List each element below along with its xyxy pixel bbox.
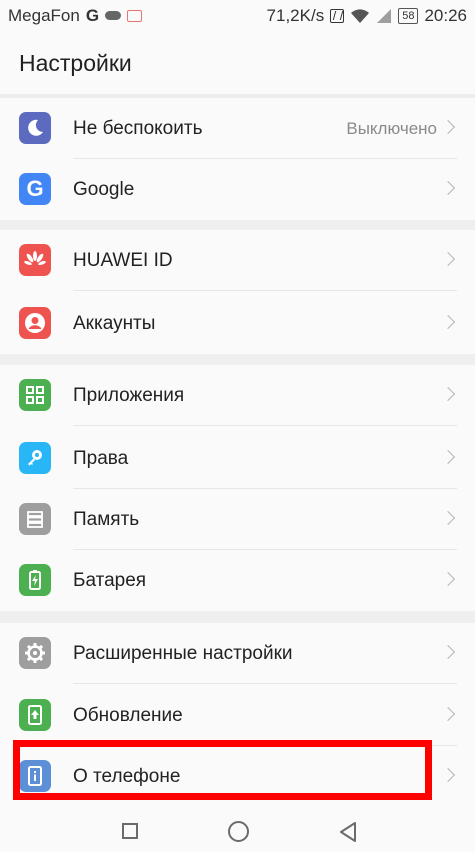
settings-item-label: Аккаунты: [73, 313, 156, 334]
status-right: 71,2K/s 58 20:26: [267, 6, 467, 26]
google-icon: G: [19, 173, 51, 205]
settings-item-advanced[interactable]: Расширенные настройки: [0, 623, 475, 684]
home-button[interactable]: [228, 821, 249, 842]
settings-item-label: Приложения: [73, 385, 185, 406]
divider: [73, 425, 457, 426]
settings-item-battery[interactable]: Батарея: [0, 550, 475, 611]
settings-item-label: Обновление: [73, 705, 183, 726]
navigation-bar: [0, 812, 475, 852]
highlight-box: [13, 740, 432, 800]
chevron-right-icon: [440, 314, 456, 330]
chevron-right-icon: [440, 706, 456, 722]
carrier-name: MegaFon: [8, 6, 80, 25]
settings-item-do-not-disturb[interactable]: Не беспокоить Выключено: [0, 98, 475, 159]
status-bar: MegaFon G 71,2K/s 58 20:26: [0, 0, 475, 32]
wifi-icon: [351, 9, 370, 23]
chevron-right-icon: [440, 644, 456, 660]
settings-item-google[interactable]: G Google: [0, 159, 475, 220]
divider: [73, 683, 457, 684]
apps-icon: [19, 379, 51, 411]
storage-icon: [19, 503, 51, 535]
divider: [73, 290, 457, 291]
settings-item-label: Права: [73, 448, 129, 469]
mail-icon: [127, 10, 143, 22]
clock: 20:26: [424, 6, 467, 25]
battery-icon: [19, 564, 51, 596]
settings-item-permissions[interactable]: Права: [0, 428, 475, 489]
battery-indicator: 58: [398, 8, 419, 24]
chevron-right-icon: [440, 180, 456, 196]
settings-item-label: Google: [73, 179, 135, 200]
recent-apps-button[interactable]: [122, 823, 138, 839]
settings-item-memory[interactable]: Память: [0, 489, 475, 550]
chevron-right-icon: [440, 386, 456, 402]
signal-icon: [377, 9, 392, 23]
settings-item-label: Память: [73, 509, 140, 530]
settings-item-apps[interactable]: Приложения: [0, 365, 475, 426]
key-icon: [19, 442, 51, 474]
chevron-right-icon: [440, 510, 456, 526]
cloud-icon: [105, 10, 122, 20]
network-speed: 71,2K/s: [266, 6, 325, 25]
settings-item-label: Батарея: [73, 570, 147, 591]
network-type: G: [85, 6, 100, 25]
chevron-right-icon: [440, 571, 456, 587]
settings-item-label: Расширенные настройки: [73, 643, 293, 664]
page-title-text: Настройки: [19, 49, 132, 76]
system-update-icon: [19, 699, 51, 731]
settings-item-label: HUAWEI ID: [73, 250, 173, 271]
section-gap: [0, 220, 475, 230]
settings-item-huawei-id[interactable]: HUAWEI ID: [0, 230, 475, 291]
settings-item-update[interactable]: Обновление: [0, 685, 475, 746]
settings-item-value: Выключено: [346, 119, 437, 138]
nfc-icon: [330, 9, 345, 23]
section-gap: [0, 611, 475, 623]
chevron-right-icon: [440, 251, 456, 267]
account-icon: [19, 307, 51, 339]
chevron-right-icon: [440, 119, 456, 135]
settings-item-accounts[interactable]: Аккаунты: [0, 293, 475, 354]
chevron-right-icon: [440, 449, 456, 465]
moon-icon: [19, 112, 51, 144]
back-button[interactable]: [338, 821, 358, 843]
settings-item-label: Не беспокоить: [73, 118, 203, 139]
section-gap: [0, 354, 475, 365]
page-title: Настройки: [0, 32, 475, 94]
gear-icon: [19, 637, 51, 669]
status-left: MegaFon G: [8, 6, 143, 26]
huawei-logo-icon: [19, 244, 51, 276]
chevron-right-icon: [440, 767, 456, 783]
